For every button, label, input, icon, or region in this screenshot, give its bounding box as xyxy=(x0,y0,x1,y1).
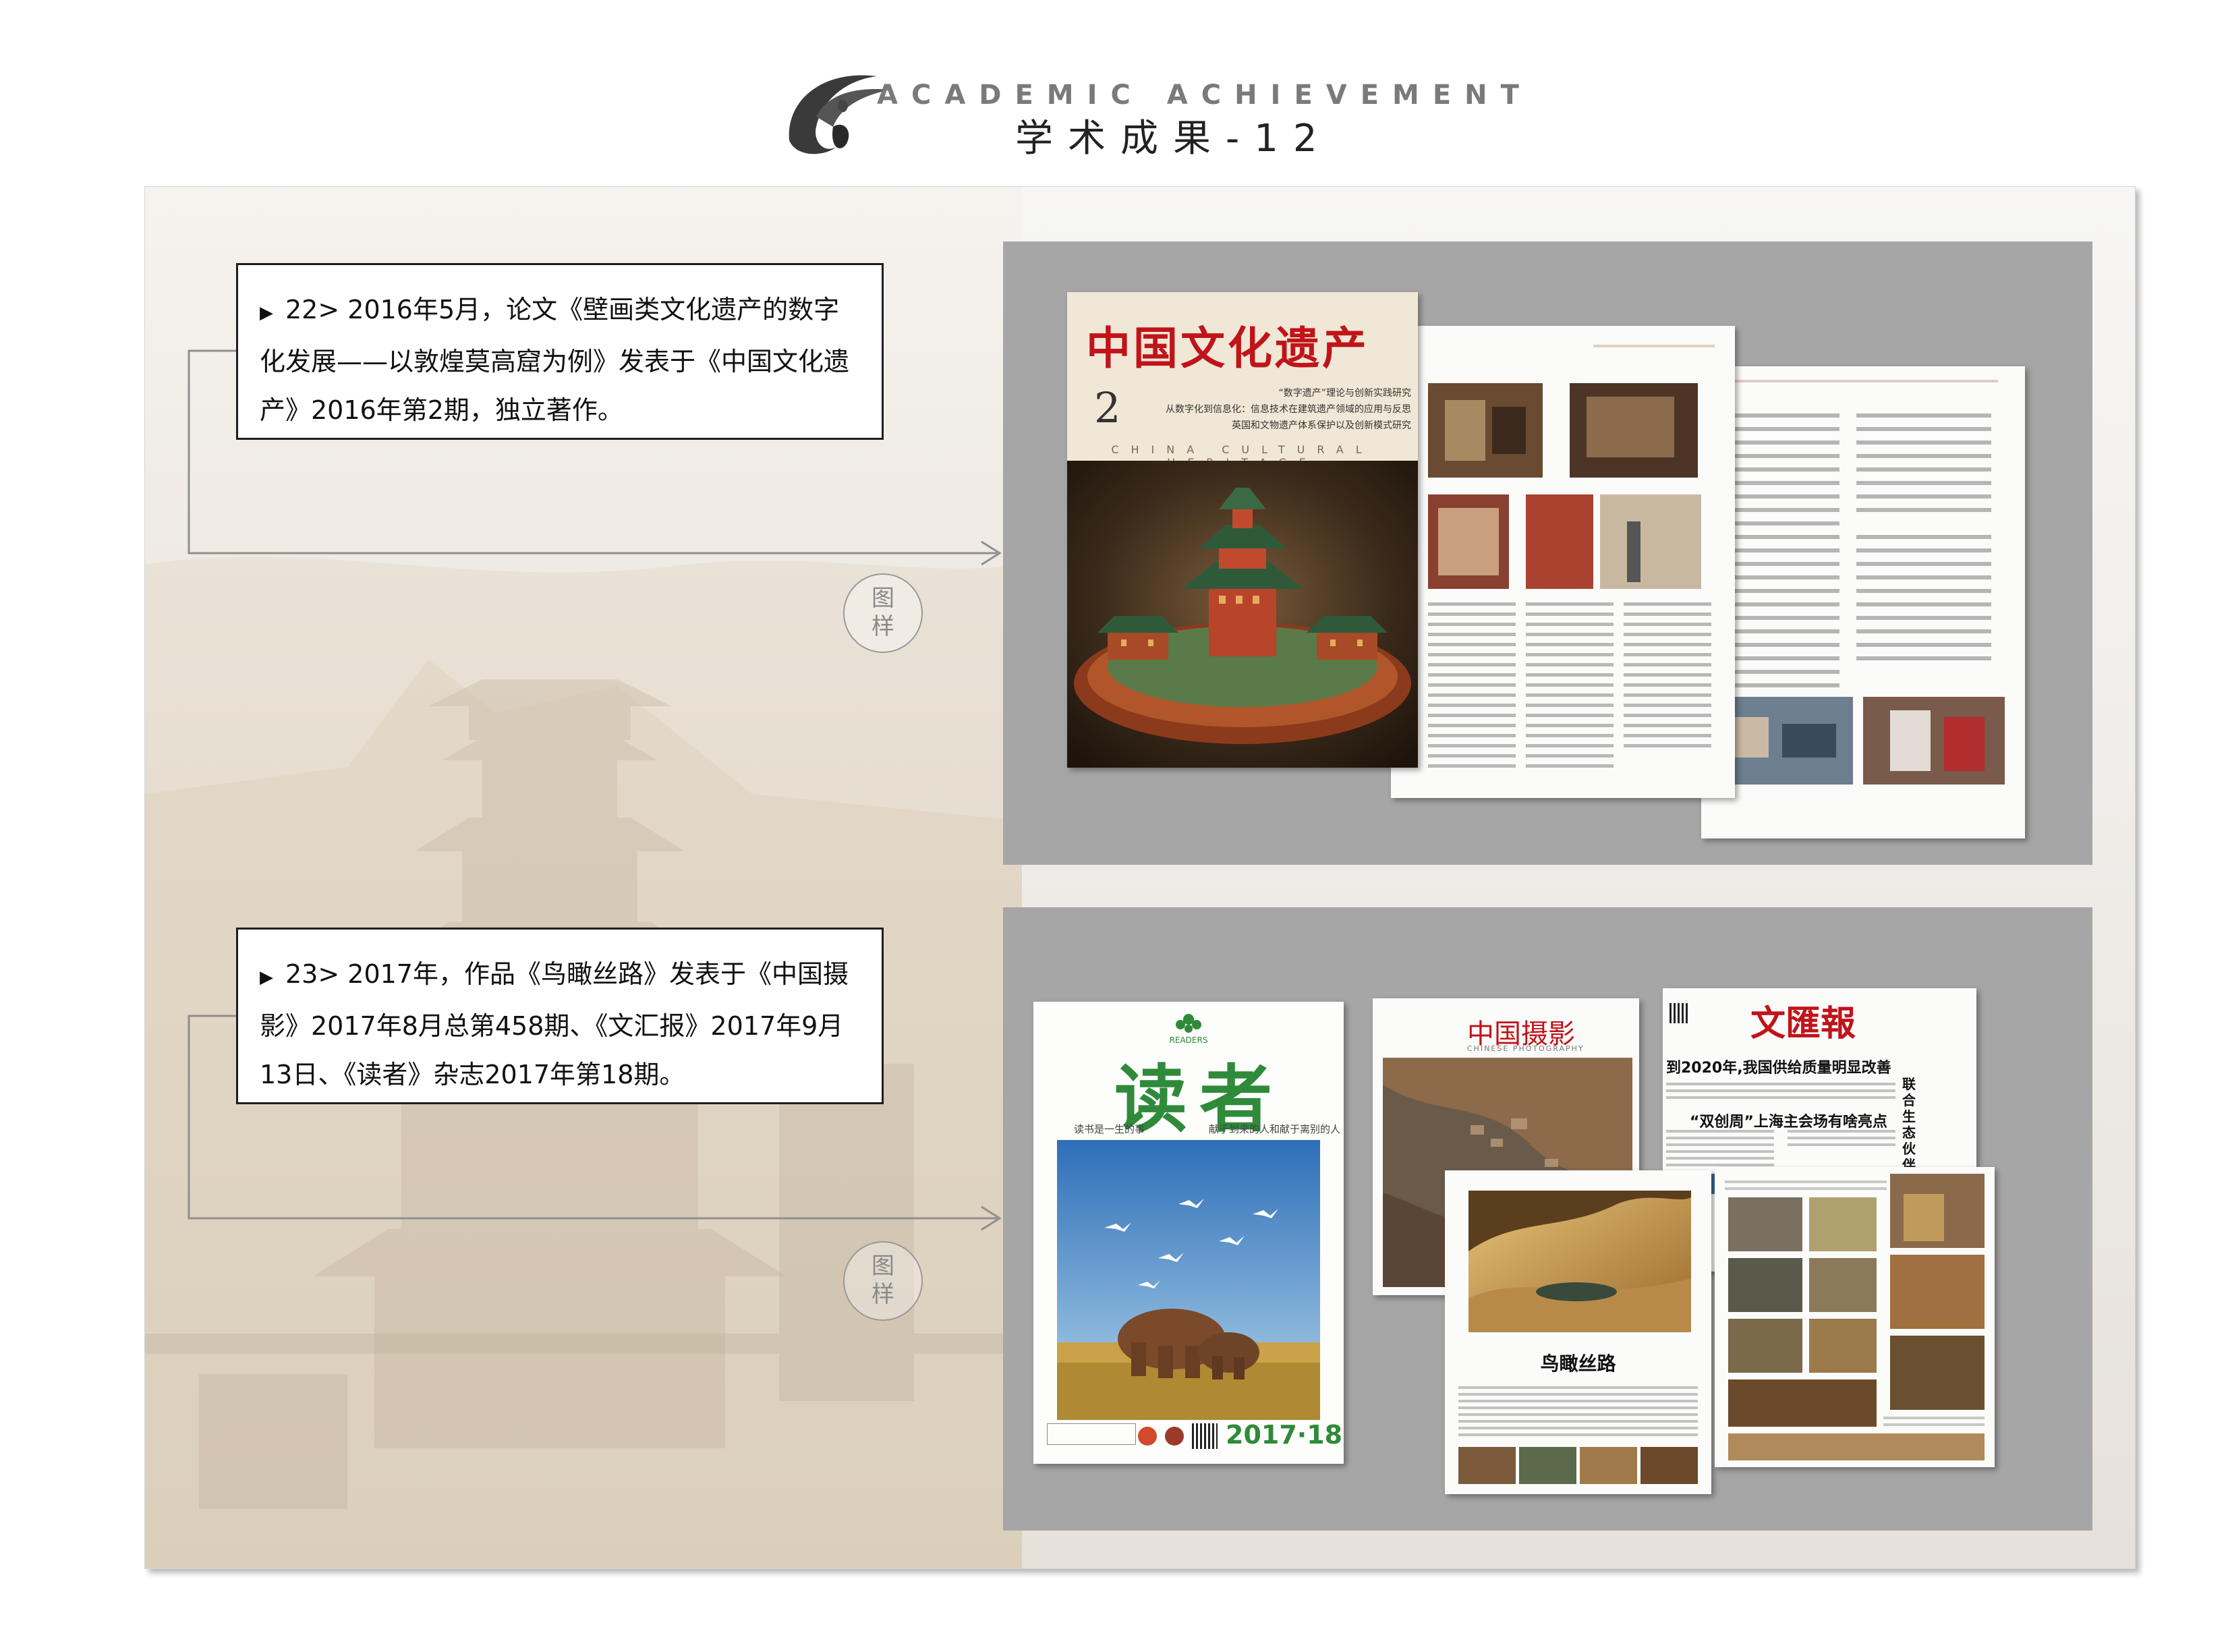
article-text-and-thumbnails xyxy=(1458,1386,1698,1484)
cover-issue-number: 2 xyxy=(1094,383,1121,432)
arrow-right-icon xyxy=(981,540,1002,1231)
sample-label-char-2: 样 xyxy=(872,613,894,640)
wenhui-headline: 到2020年,我国供给质量明显改善 xyxy=(1666,1060,1891,1077)
readers-emblem-icon-2 xyxy=(1165,1427,1184,1446)
readers-logo-icon xyxy=(1176,1014,1201,1033)
silk-road-photo-grid xyxy=(1725,1174,1985,1460)
readers-slogan-right: 献于到来的人和献于离别的人 xyxy=(1209,1123,1341,1135)
readers-barcode xyxy=(1047,1423,1136,1445)
entry-23-text: 23> 2017年，作品《鸟瞰丝路》发表于《中国摄影》2017年8月总第458期… xyxy=(260,959,849,1089)
triangle-bullet-icon: ▶ xyxy=(260,967,273,988)
article-spread-with-photos xyxy=(1428,345,1715,768)
readers-emblem-icon xyxy=(1138,1427,1157,1446)
aerial-silk-road-article-page: 鸟瞰丝路 xyxy=(1445,1170,1711,1494)
article-title: 鸟瞰丝路 xyxy=(1540,1352,1616,1375)
wenhui-qr-icon xyxy=(1670,1003,1690,1023)
sample-label-char-1: 图 xyxy=(872,1253,894,1280)
entry-23-text-box: ▶ 23> 2017年，作品《鸟瞰丝路》发表于《中国摄影》2017年8月总第458… xyxy=(236,928,884,1104)
triangle-bullet-icon: ▶ xyxy=(260,303,273,323)
qr-code-icon xyxy=(1192,1423,1218,1449)
sample-image-area-2: READERS 读者 读书是一生的事 献于到来的人和献于离别的人 2017·18… xyxy=(1003,907,2092,1531)
sample-label-char-2: 样 xyxy=(872,1281,894,1308)
article-text-columns xyxy=(1718,380,2005,785)
sample-label-1: 图 样 xyxy=(843,573,923,653)
sample-image-area-1: 中国文化遗产 2 “数字遗产”理论与创新实践研究 从数字化到信息化：信息技术在建… xyxy=(1003,241,2092,865)
pavilion-cover-photo xyxy=(1067,461,1418,768)
sample-label-char-1: 图 xyxy=(872,585,894,612)
magazine-page-2 xyxy=(1391,326,1735,798)
desert-dunes-photo xyxy=(1468,1191,1691,1332)
entry-22-text-box: ▶ 22> 2016年5月，论文《壁画类文化遗产的数字化发展——以敦煌莫高窟为例》… xyxy=(236,263,884,440)
silk-road-photos-page xyxy=(1715,1167,1995,1467)
readers-issue: 2017·18 xyxy=(1226,1420,1343,1450)
elephants-cover-photo xyxy=(1057,1140,1320,1420)
cover-title: 中国文化遗产 xyxy=(1086,322,1369,374)
wenhui-title: 文匯報 xyxy=(1750,1003,1856,1044)
magazine-cover-china-cultural-heritage: 中国文化遗产 2 “数字遗产”理论与创新实践研究 从数字化到信息化：信息技术在建… xyxy=(1067,292,1418,768)
photo-magazine-en: CHINESE PHOTOGRAPHY xyxy=(1467,1044,1585,1053)
entry-22-text: 22> 2016年5月，论文《壁画类文化遗产的数字化发展——以敦煌莫高窟为例》发… xyxy=(260,295,850,425)
sample-label-2: 图 样 xyxy=(843,1241,923,1321)
readers-slogan-left: 读书是一生的事 xyxy=(1074,1123,1145,1135)
cover-lines: “数字遗产”理论与创新实践研究 从数字化到信息化：信息技术在建筑遗产领域的应用与… xyxy=(1166,388,1411,431)
magazine-page-3 xyxy=(1701,366,2025,838)
readers-magazine-cover: READERS 读者 读书是一生的事 献于到来的人和献于离别的人 2017·18 xyxy=(1033,1002,1344,1464)
